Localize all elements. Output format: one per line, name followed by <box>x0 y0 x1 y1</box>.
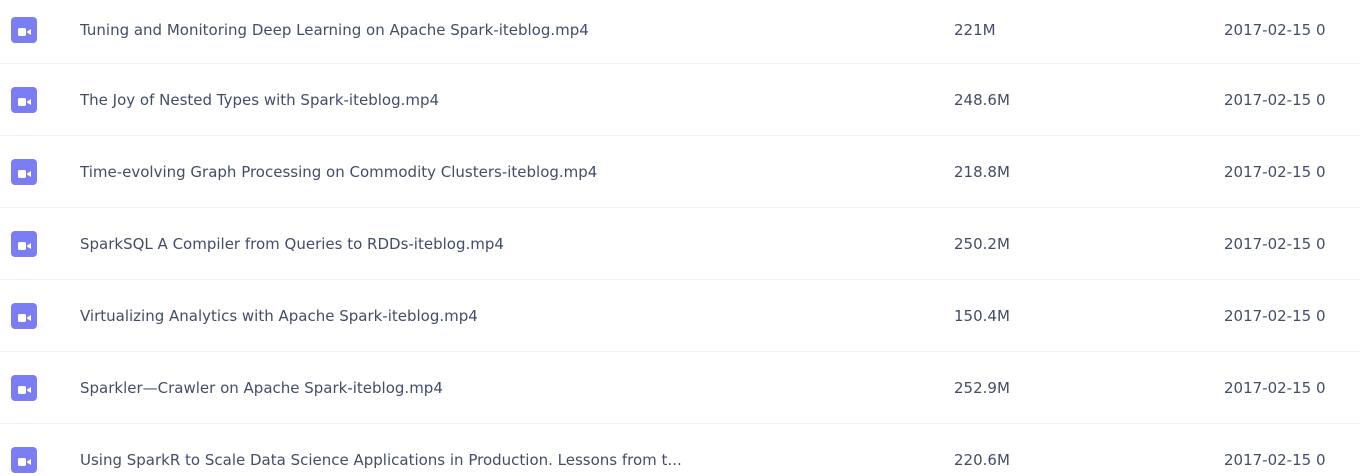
file-name-link[interactable]: Using SparkR to Scale Data Science Appli… <box>80 451 682 469</box>
file-date: 2017-02-15 0 <box>1224 306 1326 325</box>
file-date: 2017-02-15 0 <box>1224 90 1326 109</box>
file-size: 250.2M <box>954 234 1010 253</box>
file-name-link[interactable]: SparkSQL A Compiler from Queries to RDDs… <box>80 235 504 253</box>
file-name-link[interactable]: The Joy of Nested Types with Spark-itebl… <box>80 91 439 109</box>
file-date: 2017-02-15 0 <box>1224 20 1326 39</box>
file-size: 252.9M <box>954 378 1010 397</box>
video-file-icon <box>11 86 37 113</box>
video-file-icon <box>11 446 37 473</box>
file-size: 221M <box>954 20 996 39</box>
video-file-icon <box>11 230 37 257</box>
file-row[interactable]: Sparkler—Crawler on Apache Spark-iteblog… <box>0 352 1360 424</box>
file-row[interactable]: SparkSQL A Compiler from Queries to RDDs… <box>0 208 1360 280</box>
file-name-link[interactable]: Time-evolving Graph Processing on Commod… <box>80 163 597 181</box>
file-name-link[interactable]: Virtualizing Analytics with Apache Spark… <box>80 307 478 325</box>
video-file-icon <box>11 16 37 43</box>
file-list: Tuning and Monitoring Deep Learning on A… <box>0 0 1360 476</box>
file-row[interactable]: Time-evolving Graph Processing on Commod… <box>0 136 1360 208</box>
video-file-icon <box>11 158 37 185</box>
file-date: 2017-02-15 0 <box>1224 450 1326 469</box>
file-date: 2017-02-15 0 <box>1224 234 1326 253</box>
file-name-link[interactable]: Sparkler—Crawler on Apache Spark-iteblog… <box>80 379 443 397</box>
file-name-link[interactable]: Tuning and Monitoring Deep Learning on A… <box>80 21 589 39</box>
file-size: 150.4M <box>954 306 1010 325</box>
file-size: 248.6M <box>954 90 1010 109</box>
file-date: 2017-02-15 0 <box>1224 378 1326 397</box>
file-date: 2017-02-15 0 <box>1224 162 1326 181</box>
video-file-icon <box>11 302 37 329</box>
file-row[interactable]: The Joy of Nested Types with Spark-itebl… <box>0 64 1360 136</box>
file-size: 220.6M <box>954 450 1010 469</box>
video-file-icon <box>11 374 37 401</box>
file-row[interactable]: Using SparkR to Scale Data Science Appli… <box>0 424 1360 476</box>
file-size: 218.8M <box>954 162 1010 181</box>
file-row[interactable]: Virtualizing Analytics with Apache Spark… <box>0 280 1360 352</box>
file-row[interactable]: Tuning and Monitoring Deep Learning on A… <box>0 0 1360 64</box>
